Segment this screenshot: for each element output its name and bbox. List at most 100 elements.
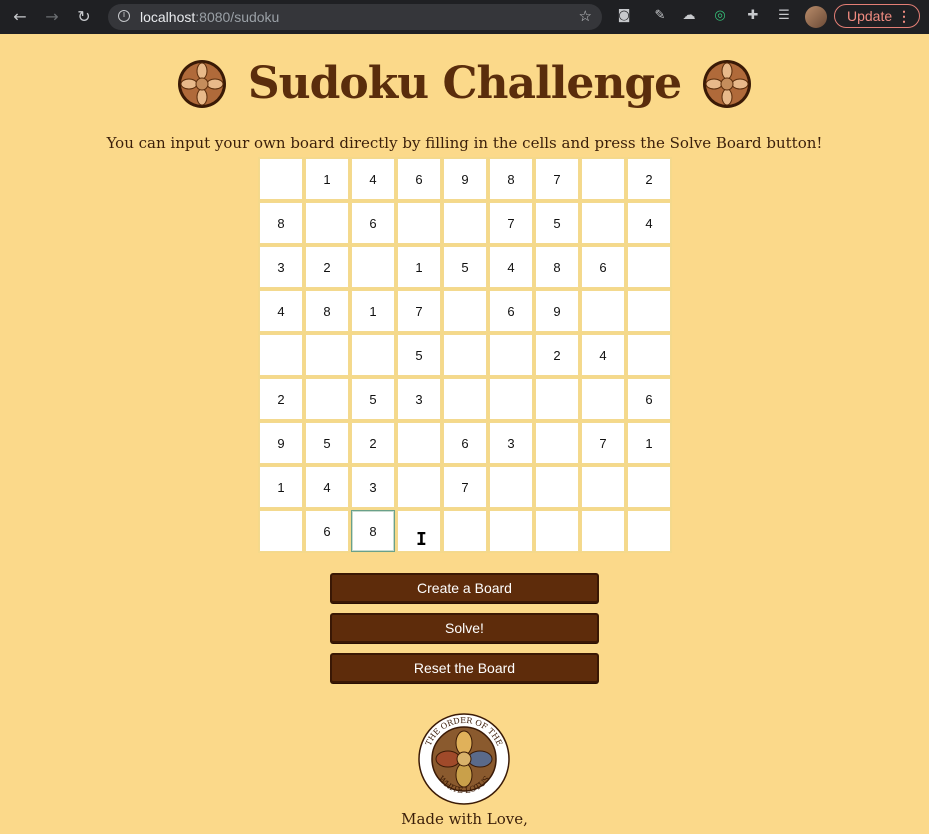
sudoku-cell[interactable]: 7: [489, 202, 533, 244]
sudoku-cell[interactable]: [443, 378, 487, 420]
sudoku-cell[interactable]: 2: [351, 422, 395, 464]
sudoku-cell[interactable]: 3: [351, 466, 395, 508]
sudoku-cell[interactable]: [443, 510, 487, 552]
sudoku-cell[interactable]: [305, 202, 349, 244]
sudoku-cell[interactable]: [627, 466, 671, 508]
sudoku-cell[interactable]: 5: [351, 378, 395, 420]
puzzle-extensions-icon[interactable]: ✚: [745, 8, 761, 24]
sudoku-cell[interactable]: 9: [259, 422, 303, 464]
address-bar[interactable]: i localhost:8080/sudoku ☆: [108, 4, 602, 30]
sudoku-cell[interactable]: 6: [397, 158, 441, 200]
camera-icon[interactable]: ◙: [616, 8, 632, 24]
sudoku-cell[interactable]: [581, 158, 625, 200]
sudoku-cell[interactable]: [397, 466, 441, 508]
sudoku-cell[interactable]: 1: [351, 290, 395, 332]
create-board-button[interactable]: Create a Board: [330, 573, 599, 603]
sudoku-cell[interactable]: [581, 290, 625, 332]
sudoku-cell[interactable]: 8: [259, 202, 303, 244]
cloud-extension-icon[interactable]: ☁: [681, 8, 697, 24]
sudoku-cell[interactable]: 5: [443, 246, 487, 288]
sudoku-cell[interactable]: 3: [259, 246, 303, 288]
sudoku-cell[interactable]: 6: [443, 422, 487, 464]
page-header: Sudoku Challenge: [0, 58, 929, 118]
back-icon[interactable]: ←: [10, 7, 30, 27]
sudoku-cell[interactable]: 1: [305, 158, 349, 200]
sudoku-cell[interactable]: 8: [351, 510, 395, 552]
sudoku-cell[interactable]: 6: [305, 510, 349, 552]
sudoku-cell[interactable]: [305, 334, 349, 376]
url-host: localhost: [140, 9, 196, 25]
sudoku-cell[interactable]: 4: [259, 290, 303, 332]
sudoku-cell[interactable]: 2: [259, 378, 303, 420]
sudoku-cell[interactable]: 6: [581, 246, 625, 288]
site-info-icon[interactable]: i: [118, 10, 130, 22]
sudoku-cell[interactable]: [489, 466, 533, 508]
sudoku-cell[interactable]: [535, 510, 579, 552]
sudoku-cell[interactable]: 1: [627, 422, 671, 464]
sudoku-cell[interactable]: [259, 334, 303, 376]
profile-avatar[interactable]: [805, 6, 827, 28]
sudoku-cell[interactable]: [535, 466, 579, 508]
sudoku-cell[interactable]: [489, 334, 533, 376]
sudoku-cell[interactable]: 8: [305, 290, 349, 332]
sudoku-cell[interactable]: 9: [443, 158, 487, 200]
sudoku-cell[interactable]: [351, 246, 395, 288]
sudoku-cell[interactable]: 4: [305, 466, 349, 508]
sudoku-cell[interactable]: [443, 290, 487, 332]
sudoku-cell[interactable]: 5: [397, 334, 441, 376]
sudoku-cell[interactable]: 4: [489, 246, 533, 288]
sudoku-cell[interactable]: 2: [627, 158, 671, 200]
sudoku-cell[interactable]: 7: [581, 422, 625, 464]
bookmark-star-icon[interactable]: ☆: [579, 7, 592, 25]
sudoku-cell[interactable]: [351, 334, 395, 376]
sudoku-cell[interactable]: 4: [627, 202, 671, 244]
sudoku-cell[interactable]: [259, 510, 303, 552]
sudoku-cell[interactable]: [581, 466, 625, 508]
sudoku-cell[interactable]: 6: [489, 290, 533, 332]
sudoku-cell[interactable]: 4: [581, 334, 625, 376]
sudoku-cell[interactable]: [443, 334, 487, 376]
sudoku-cell[interactable]: [489, 378, 533, 420]
media-playlist-icon[interactable]: ☰: [776, 8, 792, 24]
sudoku-cell[interactable]: [305, 378, 349, 420]
sudoku-cell[interactable]: [259, 158, 303, 200]
sudoku-cell[interactable]: 1: [397, 246, 441, 288]
sudoku-cell[interactable]: [627, 246, 671, 288]
eyedropper-extension-icon[interactable]: ✎: [652, 8, 668, 24]
sudoku-cell[interactable]: 6: [351, 202, 395, 244]
solve-button[interactable]: Solve!: [330, 613, 599, 643]
sudoku-cell[interactable]: 3: [489, 422, 533, 464]
sudoku-cell[interactable]: 8: [489, 158, 533, 200]
reset-board-button[interactable]: Reset the Board: [330, 653, 599, 683]
sudoku-cell[interactable]: 1: [259, 466, 303, 508]
sudoku-cell[interactable]: 7: [397, 290, 441, 332]
sudoku-cell[interactable]: 8: [535, 246, 579, 288]
update-button[interactable]: Update ⋮: [834, 4, 920, 28]
sudoku-cell[interactable]: 5: [305, 422, 349, 464]
sudoku-cell[interactable]: [535, 422, 579, 464]
sudoku-cell[interactable]: [443, 202, 487, 244]
target-extension-icon[interactable]: ◎: [712, 8, 728, 24]
sudoku-cell[interactable]: 7: [535, 158, 579, 200]
sudoku-cell[interactable]: [489, 510, 533, 552]
sudoku-cell[interactable]: 9: [535, 290, 579, 332]
sudoku-cell[interactable]: [627, 290, 671, 332]
sudoku-cell[interactable]: [535, 378, 579, 420]
sudoku-cell[interactable]: [397, 422, 441, 464]
sudoku-cell[interactable]: 4: [351, 158, 395, 200]
sudoku-cell[interactable]: [581, 202, 625, 244]
sudoku-cell[interactable]: 2: [305, 246, 349, 288]
sudoku-cell[interactable]: [397, 202, 441, 244]
sudoku-cell[interactable]: [581, 510, 625, 552]
sudoku-cell[interactable]: 7: [443, 466, 487, 508]
more-menu-icon[interactable]: ⋮: [897, 5, 911, 27]
forward-icon[interactable]: →: [42, 7, 62, 27]
sudoku-cell[interactable]: 2: [535, 334, 579, 376]
reload-icon[interactable]: ↻: [74, 7, 94, 27]
sudoku-cell[interactable]: 6: [627, 378, 671, 420]
sudoku-cell[interactable]: [627, 334, 671, 376]
sudoku-cell[interactable]: 3: [397, 378, 441, 420]
sudoku-cell[interactable]: [627, 510, 671, 552]
sudoku-cell[interactable]: [581, 378, 625, 420]
sudoku-cell[interactable]: 5: [535, 202, 579, 244]
